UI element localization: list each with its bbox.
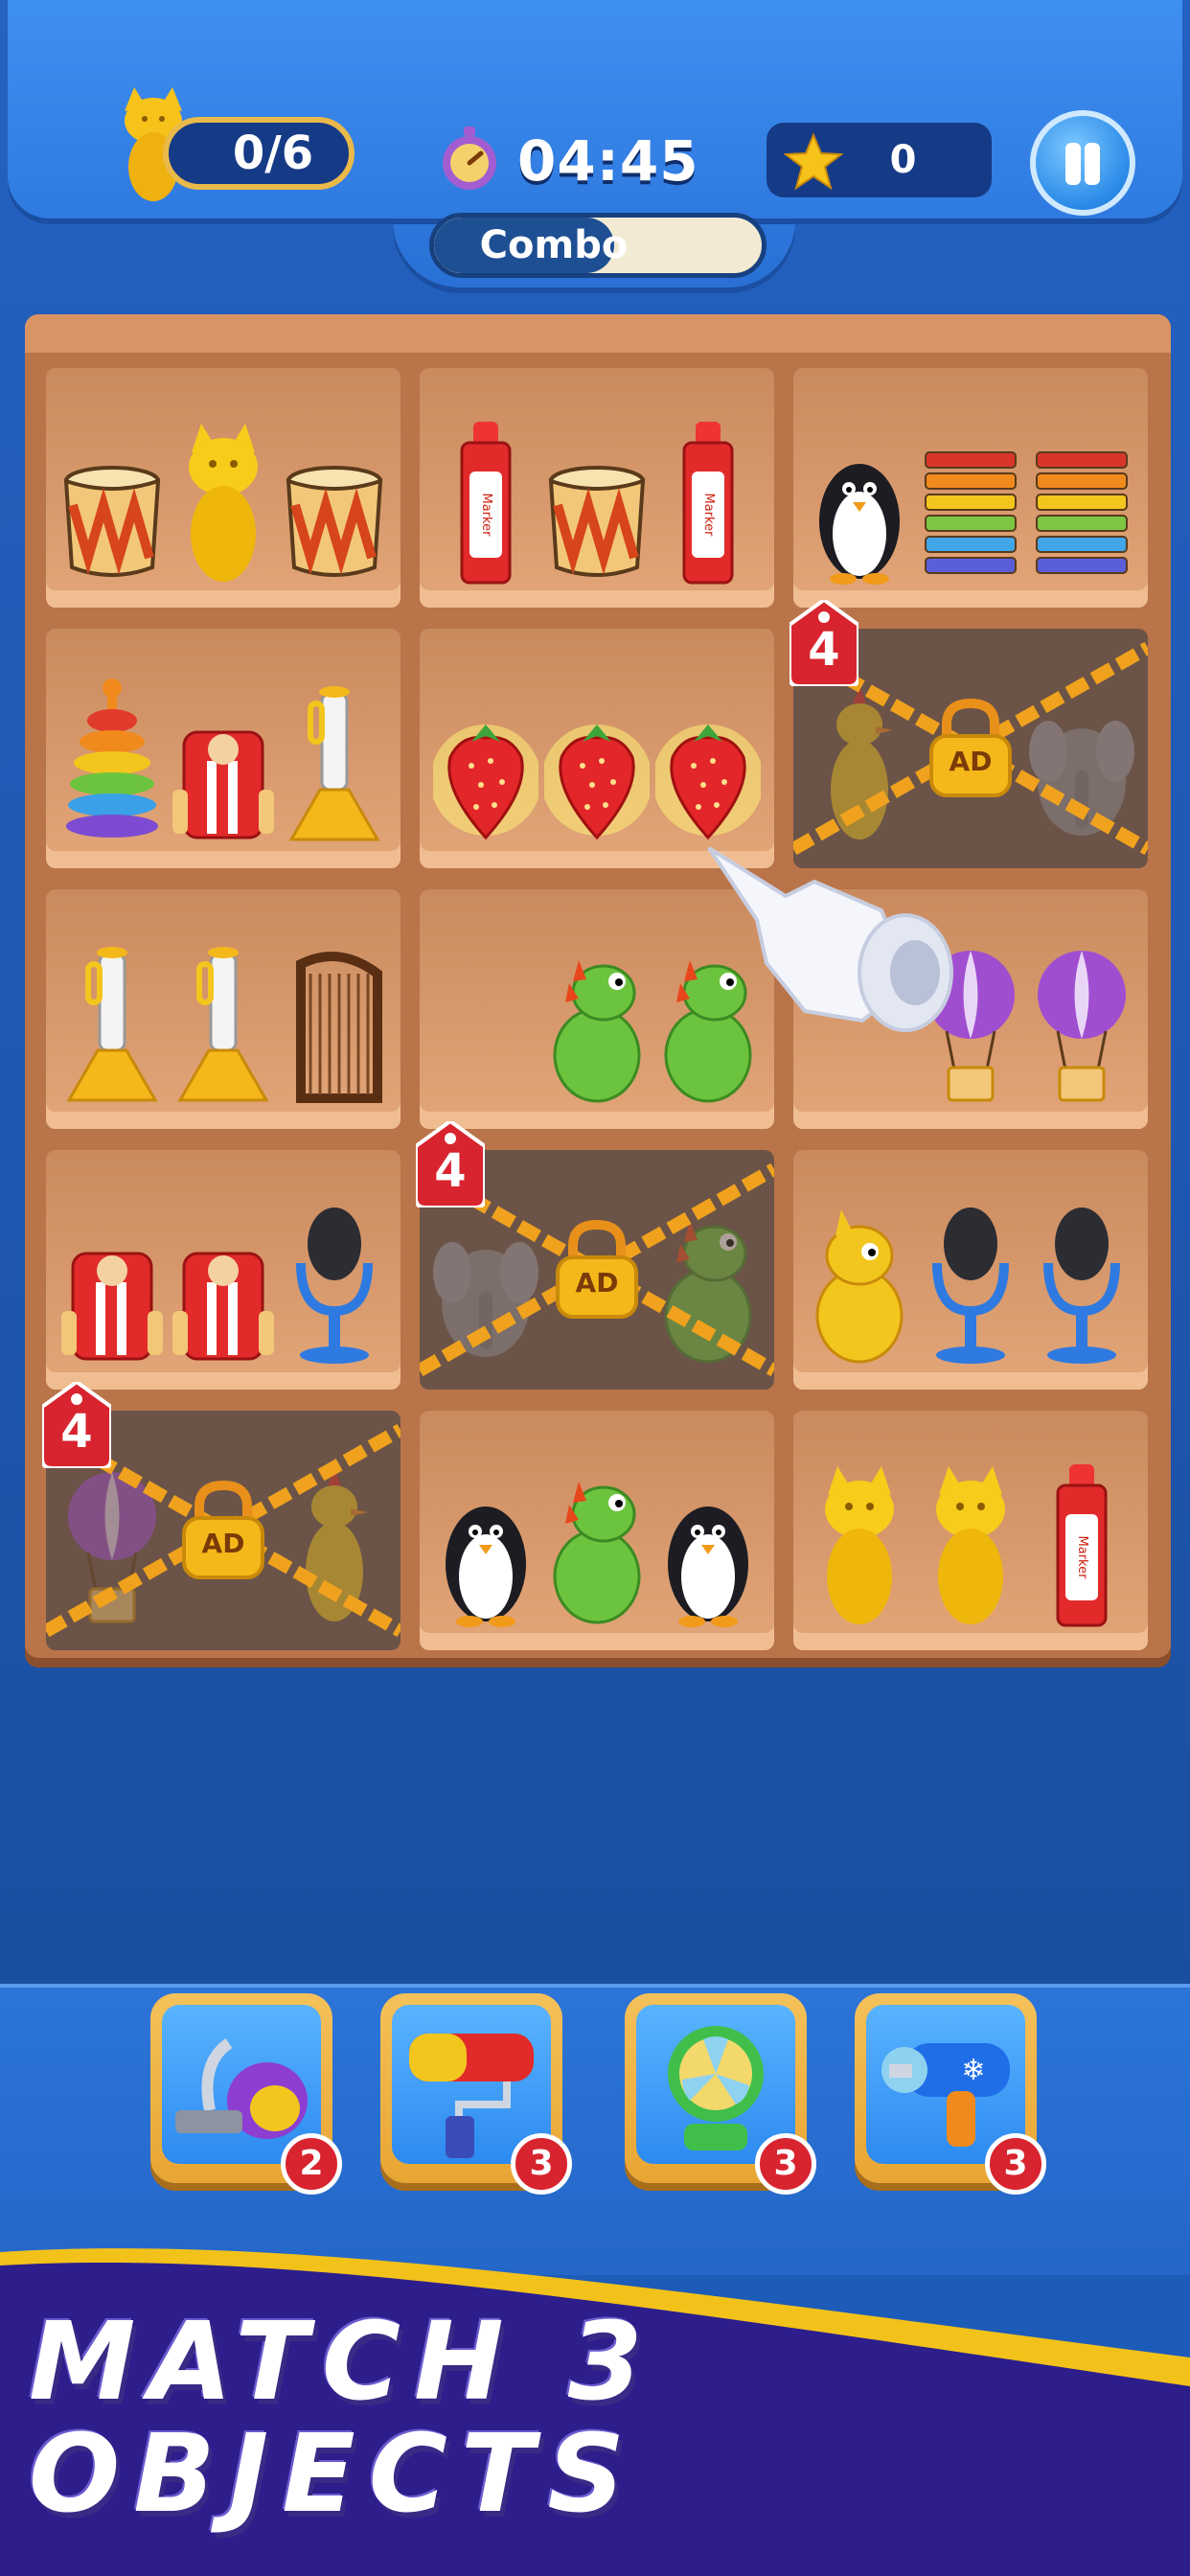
- star-count: 0: [889, 138, 917, 182]
- penguin-toy[interactable]: [807, 414, 912, 586]
- race-car-toy[interactable]: [171, 675, 276, 847]
- ad-label: AD: [575, 1267, 619, 1299]
- lock-count-value: 4: [60, 1405, 93, 1459]
- golden-cat-toy[interactable]: [171, 414, 276, 586]
- shelf-slot[interactable]: [46, 629, 400, 868]
- booster-count-badge: 3: [755, 2133, 816, 2195]
- banner-line-1: MATCH 3: [29, 2300, 656, 2425]
- microphone-toy[interactable]: [282, 1196, 387, 1368]
- svg-text:Marker: Marker: [1075, 1536, 1089, 1580]
- golden-cat-toy[interactable]: [918, 1457, 1023, 1629]
- lock-count-badge: 4: [416, 1121, 485, 1208]
- shelf-slot[interactable]: [793, 1150, 1148, 1390]
- fan-booster-button[interactable]: 3: [625, 1993, 816, 2195]
- shelf-slot[interactable]: Marker: [793, 1411, 1148, 1650]
- microphone-toy[interactable]: [918, 1196, 1023, 1368]
- lock-count-value: 4: [808, 623, 840, 677]
- drum-toy[interactable]: [59, 414, 165, 586]
- dinosaur-toy[interactable]: [544, 935, 650, 1108]
- shelf-slot[interactable]: [46, 368, 400, 608]
- trumpet-toy[interactable]: [171, 935, 276, 1108]
- tutorial-hand-icon: [707, 846, 953, 1032]
- drum-toy[interactable]: [544, 414, 650, 586]
- shelf-slot[interactable]: [793, 368, 1148, 608]
- lock-count-badge: 4: [42, 1382, 111, 1468]
- combo-meter: Combo: [429, 213, 767, 278]
- combo-label: Combo: [479, 223, 629, 267]
- golden-cat-toy[interactable]: [807, 1457, 912, 1629]
- lock-count-badge: 4: [790, 600, 858, 686]
- booster-count-badge: 2: [281, 2133, 342, 2195]
- vacuum-booster-button[interactable]: 2: [150, 1993, 342, 2195]
- shelf-top: [25, 314, 1171, 353]
- marker-toy[interactable]: Marker: [655, 414, 761, 586]
- ring-stacker-toy[interactable]: [59, 675, 165, 847]
- xylophone-toy[interactable]: [1029, 414, 1134, 586]
- stopwatch-icon: [443, 126, 496, 190]
- timer: 04:45: [517, 128, 699, 194]
- freeze-gun-booster-button[interactable]: ❄ 3: [855, 1993, 1046, 2195]
- strawberry-toy[interactable]: [652, 675, 764, 847]
- harp-toy[interactable]: [282, 935, 387, 1108]
- booster-count-badge: 3: [511, 2133, 572, 2195]
- lock-count-value: 4: [434, 1144, 467, 1198]
- microphone-toy[interactable]: [1029, 1196, 1134, 1368]
- ad-padlock-icon[interactable]: AD: [918, 696, 1023, 801]
- booster-count-badge: 3: [985, 2133, 1046, 2195]
- race-car-toy[interactable]: [59, 1196, 165, 1368]
- pause-button[interactable]: [1030, 110, 1135, 216]
- penguin-toy[interactable]: [655, 1457, 761, 1629]
- shelf-slot[interactable]: [46, 1150, 400, 1390]
- race-car-toy[interactable]: [171, 1196, 276, 1368]
- trumpet-toy[interactable]: [282, 675, 387, 847]
- goal-progress: 0/6: [163, 117, 355, 190]
- banner-line-2: OBJECTS: [29, 2412, 639, 2537]
- toy-shelf: Marker Marker AD 4 AD 4 AD 4 Marker: [25, 314, 1171, 1658]
- xylophone-toy[interactable]: [918, 414, 1023, 586]
- drum-toy[interactable]: [282, 414, 387, 586]
- ad-label: AD: [201, 1528, 245, 1559]
- ad-padlock-icon[interactable]: AD: [171, 1478, 276, 1583]
- svg-text:Marker: Marker: [701, 494, 716, 538]
- shelf-slot[interactable]: Marker Marker: [420, 368, 774, 608]
- ad-padlock-icon[interactable]: AD: [544, 1217, 650, 1322]
- hot-air-balloon-toy[interactable]: [1029, 935, 1134, 1108]
- ad-label: AD: [949, 746, 993, 777]
- shelf-slot[interactable]: [46, 889, 400, 1129]
- shelf-slot[interactable]: [420, 1411, 774, 1650]
- strawberry-toy[interactable]: [541, 675, 652, 847]
- marker-toy[interactable]: Marker: [1029, 1457, 1134, 1629]
- trumpet-toy[interactable]: [59, 935, 165, 1108]
- penguin-toy[interactable]: [433, 1457, 538, 1629]
- yellow-dinosaur-toy[interactable]: [807, 1196, 912, 1368]
- paint-roller-booster-button[interactable]: 3: [380, 1993, 572, 2195]
- strawberry-toy[interactable]: [430, 675, 541, 847]
- svg-text:Marker: Marker: [479, 494, 493, 538]
- marker-toy[interactable]: Marker: [433, 414, 538, 586]
- dinosaur-toy[interactable]: [544, 1457, 650, 1629]
- svg-text:❄: ❄: [961, 2054, 985, 2087]
- star-icon: [784, 132, 843, 191]
